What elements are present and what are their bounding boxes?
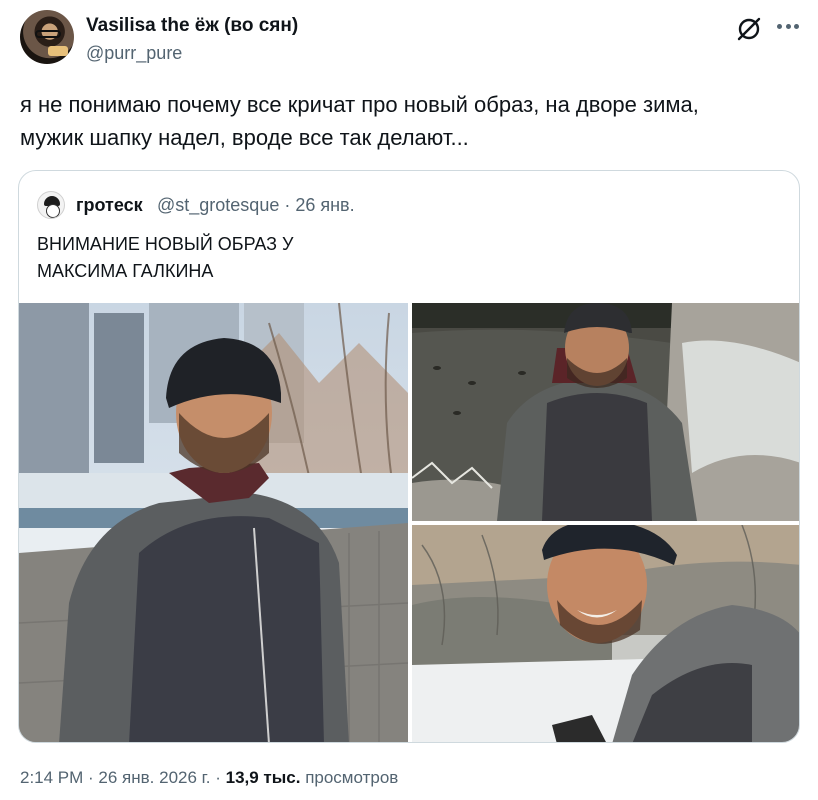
tweet-text-line: я не понимаю почему все кричат про новый… bbox=[20, 92, 699, 117]
more-icon[interactable] bbox=[774, 14, 802, 38]
grok-icon[interactable] bbox=[736, 16, 762, 42]
tweet-footer: 2:14 PM · 26 янв. 2026 г. · 13,9 тыс. пр… bbox=[20, 768, 398, 788]
tweet-text: я не понимаю почему все кричат про новый… bbox=[20, 88, 800, 154]
quoted-text-line: МАКСИМА ГАЛКИНА bbox=[37, 261, 214, 281]
dot bbox=[777, 23, 782, 29]
timestamp[interactable]: 2:14 PM · 26 янв. 2026 г. · bbox=[20, 768, 226, 787]
quoted-text: ВНИМАНИЕ НОВЫЙ ОБРАЗ У МАКСИМА ГАЛКИНА bbox=[37, 231, 737, 285]
photo-grid bbox=[19, 303, 800, 743]
views-count: 13,9 тыс. bbox=[225, 768, 301, 787]
photo-3[interactable] bbox=[412, 525, 800, 743]
quoted-tweet[interactable]: гротеск @st_grotesque · 26 янв. ВНИМАНИЕ… bbox=[18, 170, 800, 743]
photo-2[interactable] bbox=[412, 303, 800, 521]
author-name[interactable]: Vasilisa the ёж (во сян) bbox=[86, 15, 298, 37]
avatar-cake bbox=[48, 46, 68, 56]
avatar-glasses bbox=[35, 30, 61, 38]
quoted-text-line: ВНИМАНИЕ НОВЫЙ ОБРАЗ У bbox=[37, 234, 294, 254]
quoted-author-name[interactable]: гротеск bbox=[76, 195, 143, 216]
quoted-handle-date[interactable]: @st_grotesque · 26 янв. bbox=[157, 195, 355, 216]
dot bbox=[794, 23, 799, 29]
quoted-avatar[interactable] bbox=[37, 191, 65, 219]
author-avatar[interactable] bbox=[20, 10, 74, 64]
tweet: Vasilisa the ёж (во сян) @purr_pure я не… bbox=[0, 0, 818, 800]
tweet-text-line: мужик шапку надел, вроде все так делают.… bbox=[20, 125, 469, 150]
dot bbox=[785, 23, 791, 29]
author-handle[interactable]: @purr_pure bbox=[86, 43, 182, 64]
photo-1[interactable] bbox=[19, 303, 408, 743]
views-label: просмотров bbox=[300, 768, 399, 787]
